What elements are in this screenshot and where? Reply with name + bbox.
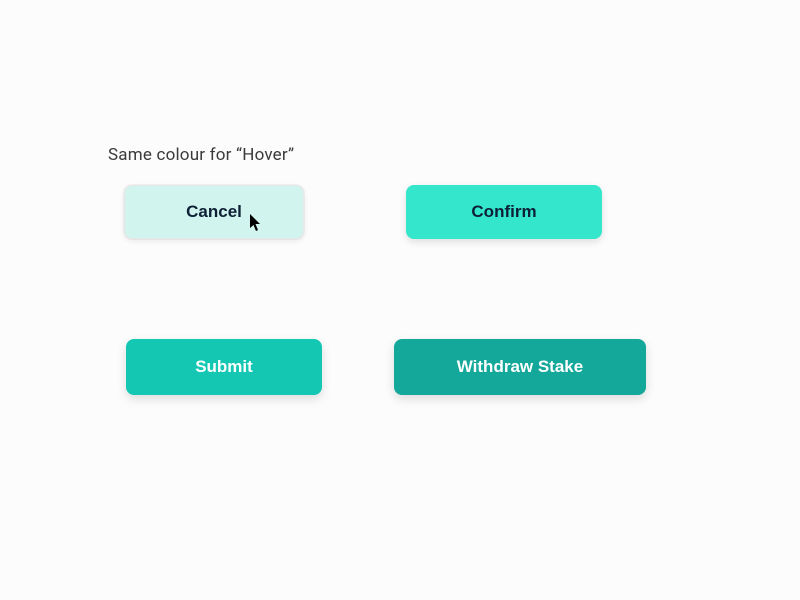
hover-caption: Same colour for “Hover” [108, 145, 294, 165]
confirm-button-label: Confirm [471, 202, 536, 222]
withdraw-stake-button[interactable]: Withdraw Stake [394, 339, 646, 395]
cancel-button[interactable]: Cancel [124, 185, 304, 239]
submit-button-label: Submit [195, 357, 253, 377]
cancel-button-label: Cancel [186, 202, 242, 222]
confirm-button[interactable]: Confirm [406, 185, 602, 239]
submit-button[interactable]: Submit [126, 339, 322, 395]
withdraw-stake-button-label: Withdraw Stake [457, 357, 583, 377]
